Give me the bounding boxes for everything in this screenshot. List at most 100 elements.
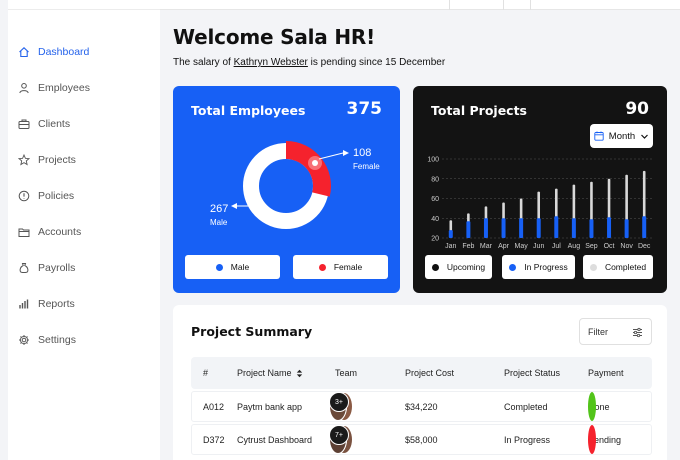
project-status: In Progress: [504, 434, 551, 445]
x-tick-label: Apr: [498, 243, 510, 250]
sort-icon[interactable]: [296, 369, 303, 378]
filter-button[interactable]: Filter: [579, 318, 652, 345]
male-pointer-arrow: [231, 203, 237, 209]
sidebar: Dashboard Employees Clients Projects Pol…: [8, 0, 160, 460]
folder-icon: [18, 226, 30, 238]
project-cost: $34,220: [405, 401, 438, 412]
project-id: D372: [203, 434, 225, 445]
legend-female-button[interactable]: Female: [293, 255, 388, 279]
project-cost: $58,000: [405, 434, 438, 445]
project-name: Paytm bank app: [237, 401, 303, 412]
male-label: Male: [210, 218, 228, 227]
column-header-cost: Project Cost: [405, 368, 455, 378]
bar-in-progress: [589, 219, 594, 238]
in-progress-color-dot: [509, 263, 517, 271]
sidebar-item-clients[interactable]: Clients: [18, 113, 70, 135]
legend-in-progress-button[interactable]: In Progress: [502, 255, 575, 279]
female-pointer-arrow: [343, 150, 349, 156]
salary-notice-prefix: The salary of: [173, 57, 234, 68]
legend-male-button[interactable]: Male: [185, 255, 280, 279]
column-header-project-name[interactable]: Project Name: [237, 357, 303, 389]
y-tick-label: 20: [431, 236, 439, 243]
bar-in-progress: [554, 216, 559, 238]
legend-upcoming-button[interactable]: Upcoming: [425, 255, 492, 279]
column-header-label: Project Name: [237, 368, 292, 378]
bar-in-progress: [607, 217, 612, 238]
y-tick-label: 100: [427, 157, 439, 164]
top-bar-divider: [503, 0, 504, 10]
male-value: 267: [210, 203, 229, 215]
y-tick-label: 60: [431, 196, 439, 203]
employee-link[interactable]: Kathryn Webster: [234, 57, 308, 68]
salary-notice-suffix: is pending since 15 December: [307, 57, 446, 68]
sidebar-item-label: Clients: [38, 118, 71, 130]
bar-in-progress: [483, 218, 488, 238]
sidebar-item-dashboard[interactable]: Dashboard: [18, 41, 89, 63]
projects-bar-chart: 100 80 60 40 20 Jan Feb Mar Apr May Jun Jul Aug Sep Oc…: [427, 157, 653, 250]
table-row[interactable]: D372 Cytrust Dashboard 7+ $58,000 In Pro…: [191, 424, 652, 455]
column-header-payment: Payment: [588, 368, 624, 378]
table-row[interactable]: A012 Paytm bank app 3+ $34,220 Completed…: [191, 391, 652, 422]
sidebar-item-reports[interactable]: Reports: [18, 293, 75, 315]
x-tick-label: May: [515, 243, 529, 250]
total-employees-card: Total Employees 375 108 Female 267 Male …: [173, 86, 400, 293]
sliders-icon: [633, 327, 642, 338]
bar-in-progress: [466, 221, 471, 238]
section-title: Project Summary: [191, 324, 313, 339]
project-status: Completed: [504, 401, 548, 412]
payment-status: Pending: [588, 425, 621, 454]
x-tick-label: Jun: [533, 243, 544, 250]
total-projects-card: Total Projects 90 Month 100 80 60 40 20 Jan Fe…: [413, 86, 667, 293]
sidebar-item-label: Projects: [38, 154, 76, 166]
bar-in-progress: [642, 216, 647, 238]
legend-in-progress-label: In Progress: [524, 262, 568, 272]
x-tick-label: Feb: [462, 243, 474, 250]
female-label: Female: [353, 162, 380, 171]
bar-in-progress: [624, 219, 629, 238]
x-tick-label: Jul: [552, 243, 561, 250]
sidebar-item-policies[interactable]: Policies: [18, 185, 74, 207]
sidebar-item-label: Dashboard: [38, 46, 90, 58]
sidebar-item-accounts[interactable]: Accounts: [18, 221, 81, 243]
bar-in-progress: [501, 218, 506, 238]
female-marker-dot: [312, 160, 318, 166]
male-color-dot: [215, 263, 223, 271]
briefcase-icon: [18, 118, 30, 130]
bar-in-progress: [448, 230, 453, 238]
x-tick-label: Oct: [604, 243, 615, 250]
project-summary-panel: Project Summary Filter # Project Name Te…: [173, 305, 667, 460]
sidebar-item-label: Settings: [38, 334, 76, 346]
team-more-count: 7+: [329, 425, 349, 445]
sidebar-item-label: Reports: [38, 298, 75, 310]
y-tick-label: 40: [431, 216, 439, 223]
gear-icon: [18, 334, 30, 346]
sidebar-item-settings[interactable]: Settings: [18, 329, 76, 351]
sidebar-item-label: Payrolls: [38, 262, 76, 274]
sidebar-item-payrolls[interactable]: Payrolls: [18, 257, 75, 279]
legend-female-label: Female: [333, 262, 363, 272]
sidebar-item-label: Employees: [38, 82, 90, 94]
bar-in-progress: [536, 218, 541, 238]
column-header-status: Project Status: [504, 368, 561, 378]
info-icon: [18, 190, 30, 202]
sidebar-top-divider: [8, 0, 160, 10]
top-bar-divider: [449, 0, 450, 10]
person-icon: [18, 82, 30, 94]
project-name: Cytrust Dashboard: [237, 434, 313, 445]
top-bar-divider: [530, 0, 531, 10]
female-pointer-line: [318, 152, 344, 160]
sidebar-item-employees[interactable]: Employees: [18, 77, 90, 99]
legend-upcoming-label: Upcoming: [446, 262, 486, 272]
legend-male-label: Male: [230, 262, 250, 272]
completed-color-dot: [589, 263, 597, 271]
donut-female-segment: [286, 141, 331, 197]
salary-notice: The salary of Kathryn Webster is pending…: [173, 57, 445, 68]
legend-completed-button[interactable]: Completed: [583, 255, 653, 279]
bar-chart-icon: [18, 298, 30, 310]
bar-in-progress: [571, 218, 576, 238]
star-icon: [18, 154, 30, 166]
sidebar-item-projects[interactable]: Projects: [18, 149, 76, 171]
table-header: # Project Name Team Project Cost Project…: [191, 357, 652, 389]
payment-status: Done: [588, 392, 610, 421]
sidebar-item-label: Policies: [38, 190, 75, 202]
